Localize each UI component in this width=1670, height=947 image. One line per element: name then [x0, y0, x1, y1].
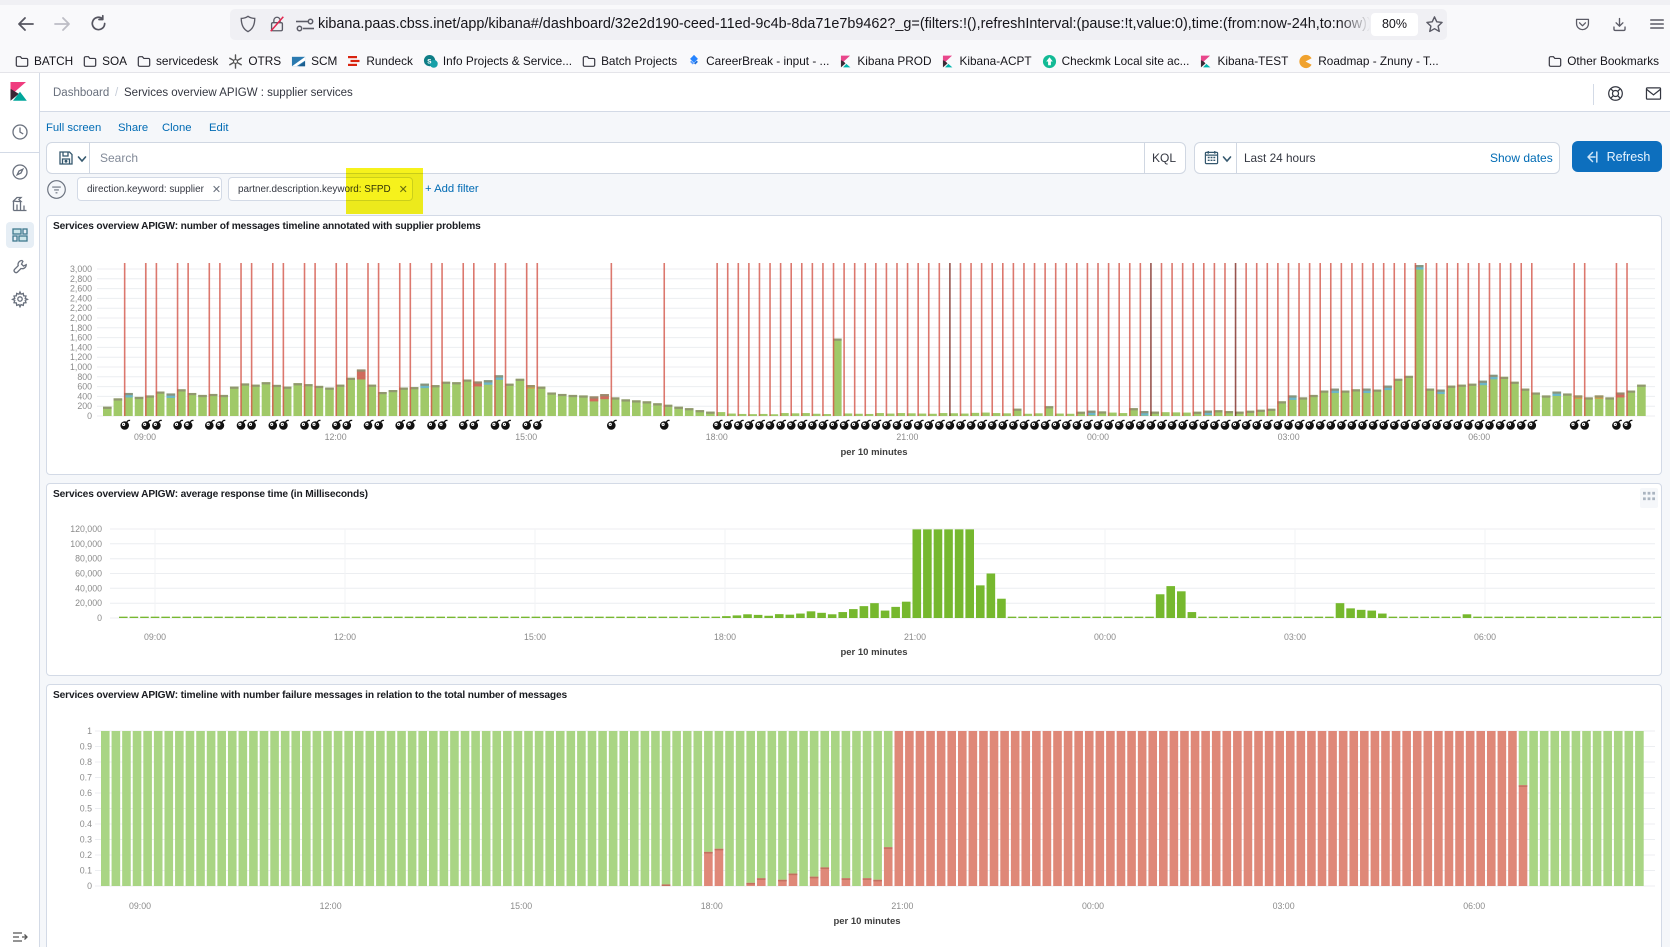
- svg-text:0.3: 0.3: [80, 835, 92, 845]
- svg-text:1,200: 1,200: [70, 352, 92, 362]
- svg-text:00:00: 00:00: [1094, 632, 1116, 642]
- svg-text:per 10 minutes: per 10 minutes: [840, 647, 907, 658]
- svg-text:00:00: 00:00: [1082, 901, 1104, 911]
- svg-text:12:00: 12:00: [320, 901, 342, 911]
- svg-text:00:00: 00:00: [1087, 432, 1109, 442]
- svg-text:1,800: 1,800: [70, 323, 92, 333]
- svg-text:per 10 minutes: per 10 minutes: [833, 916, 900, 927]
- svg-text:18:00: 18:00: [701, 901, 723, 911]
- svg-text:1,000: 1,000: [70, 362, 92, 372]
- svg-text:80,000: 80,000: [75, 554, 102, 564]
- svg-text:2,200: 2,200: [70, 303, 92, 313]
- svg-text:0.7: 0.7: [80, 773, 92, 783]
- svg-text:2,000: 2,000: [70, 313, 92, 323]
- svg-text:21:00: 21:00: [891, 901, 913, 911]
- svg-text:21:00: 21:00: [904, 632, 926, 642]
- svg-text:0: 0: [87, 881, 92, 891]
- svg-text:1,400: 1,400: [70, 342, 92, 352]
- svg-text:0.5: 0.5: [80, 804, 92, 814]
- svg-text:03:00: 03:00: [1284, 632, 1306, 642]
- svg-text:12:00: 12:00: [334, 632, 356, 642]
- svg-text:800: 800: [77, 372, 92, 382]
- svg-text:0: 0: [87, 411, 92, 421]
- svg-text:09:00: 09:00: [134, 432, 156, 442]
- svg-text:15:00: 15:00: [510, 901, 532, 911]
- svg-text:09:00: 09:00: [144, 632, 166, 642]
- svg-text:09:00: 09:00: [129, 901, 151, 911]
- svg-text:0.4: 0.4: [80, 819, 92, 829]
- svg-text:15:00: 15:00: [524, 632, 546, 642]
- svg-text:0.8: 0.8: [80, 757, 92, 767]
- svg-text:12:00: 12:00: [325, 432, 347, 442]
- svg-text:1: 1: [87, 726, 92, 736]
- svg-text:03:00: 03:00: [1273, 901, 1295, 911]
- svg-text:600: 600: [77, 382, 92, 392]
- svg-text:20,000: 20,000: [75, 598, 102, 608]
- svg-text:1,600: 1,600: [70, 333, 92, 343]
- svg-text:100,000: 100,000: [70, 539, 102, 549]
- svg-text:s: s: [427, 56, 432, 65]
- svg-text:0.6: 0.6: [80, 788, 92, 798]
- svg-text:200: 200: [77, 401, 92, 411]
- svg-text:21:00: 21:00: [896, 432, 918, 442]
- svg-text:2,400: 2,400: [70, 293, 92, 303]
- svg-text:06:00: 06:00: [1468, 432, 1490, 442]
- svg-text:120,000: 120,000: [70, 524, 102, 534]
- svg-text:0.2: 0.2: [80, 850, 92, 860]
- svg-text:0.1: 0.1: [80, 866, 92, 876]
- svg-text:400: 400: [77, 391, 92, 401]
- svg-text:15:00: 15:00: [515, 432, 537, 442]
- svg-text:18:00: 18:00: [714, 632, 736, 642]
- svg-text:40,000: 40,000: [75, 583, 102, 593]
- svg-text:0.9: 0.9: [80, 742, 92, 752]
- svg-text:06:00: 06:00: [1463, 901, 1485, 911]
- svg-text:03:00: 03:00: [1278, 432, 1300, 442]
- svg-text:2,600: 2,600: [70, 284, 92, 294]
- svg-text:2,800: 2,800: [70, 274, 92, 284]
- svg-text:3,000: 3,000: [70, 264, 92, 274]
- svg-text:06:00: 06:00: [1474, 632, 1496, 642]
- svg-text:per 10 minutes: per 10 minutes: [840, 447, 907, 458]
- svg-text:18:00: 18:00: [706, 432, 728, 442]
- svg-text:0: 0: [97, 613, 102, 623]
- svg-text:60,000: 60,000: [75, 569, 102, 579]
